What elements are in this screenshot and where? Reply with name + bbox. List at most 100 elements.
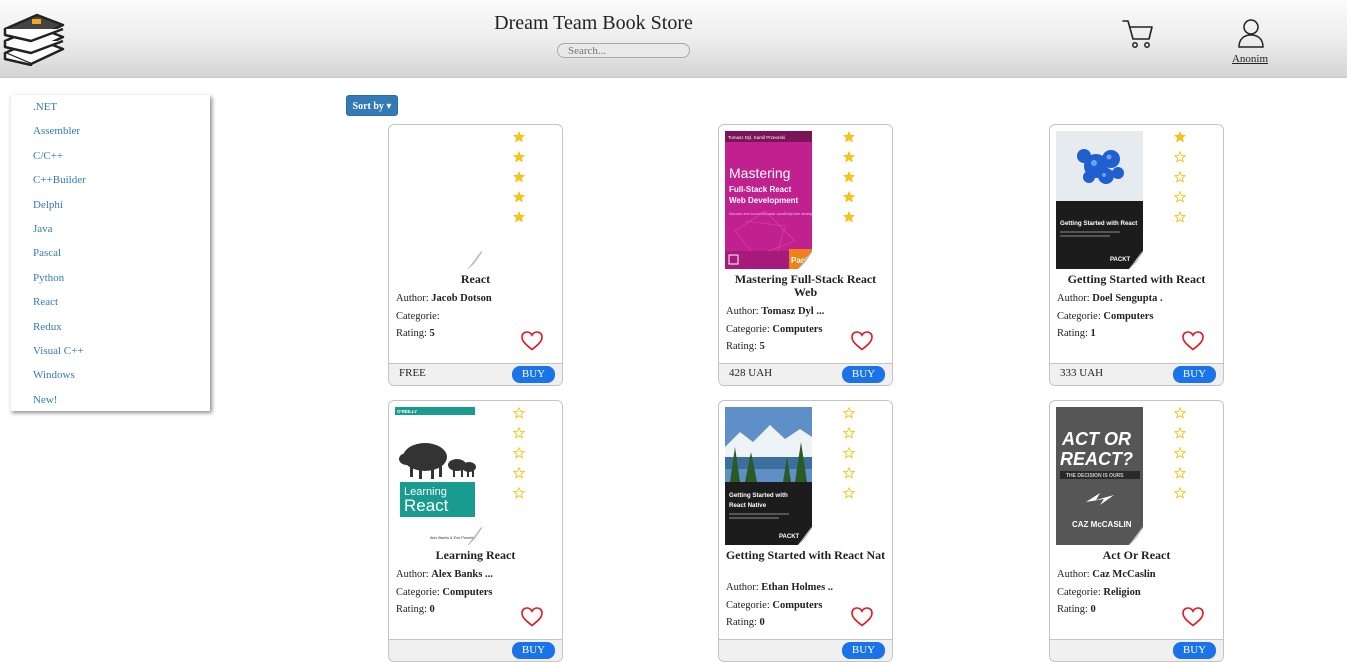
star-empty-icon[interactable] bbox=[843, 407, 855, 419]
favorite-heart-icon[interactable] bbox=[1182, 331, 1204, 351]
star-filled-icon[interactable] bbox=[1174, 131, 1186, 143]
book-title[interactable]: Act Or React bbox=[1054, 549, 1219, 562]
rating-stars bbox=[843, 131, 857, 231]
rating-label: Rating: bbox=[726, 617, 760, 628]
sidebar-item[interactable]: C++Builder bbox=[11, 174, 210, 198]
star-empty-icon[interactable] bbox=[1174, 487, 1186, 499]
star-empty-icon[interactable] bbox=[843, 467, 855, 479]
star-empty-icon[interactable] bbox=[1174, 171, 1186, 183]
rating-label: Rating: bbox=[726, 341, 760, 352]
rating-value: 0 bbox=[429, 604, 435, 615]
sidebar-item[interactable]: Visual C++ bbox=[11, 345, 210, 369]
book-title[interactable]: Mastering Full-Stack React Web bbox=[723, 273, 888, 299]
buy-button[interactable]: BUY bbox=[1173, 366, 1216, 383]
sort-by-button[interactable]: Sort by ▾ bbox=[346, 95, 398, 116]
category-line: Categorie: Computers bbox=[1057, 311, 1154, 322]
cover-text: Web Development bbox=[729, 196, 799, 205]
book-title[interactable]: Learning React bbox=[393, 549, 558, 562]
star-filled-icon[interactable] bbox=[513, 151, 525, 163]
star-filled-icon[interactable] bbox=[513, 191, 525, 203]
rating-line: Rating: 5 bbox=[396, 328, 435, 339]
star-empty-icon[interactable] bbox=[513, 467, 525, 479]
star-empty-icon[interactable] bbox=[1174, 427, 1186, 439]
book-card[interactable]: ACT OR REACT? THE DECISION IS OURS CAZ M… bbox=[1049, 400, 1224, 662]
buy-button[interactable]: BUY bbox=[512, 366, 555, 383]
sidebar-item[interactable]: Java bbox=[11, 223, 210, 247]
star-empty-icon[interactable] bbox=[1174, 191, 1186, 203]
sidebar-item[interactable]: Delphi bbox=[11, 199, 210, 223]
star-empty-icon[interactable] bbox=[843, 427, 855, 439]
rating-value: 0 bbox=[1090, 604, 1096, 615]
star-empty-icon[interactable] bbox=[1174, 211, 1186, 223]
star-empty-icon[interactable] bbox=[513, 447, 525, 459]
author-label: Author: bbox=[726, 582, 762, 593]
star-empty-icon[interactable] bbox=[843, 487, 855, 499]
sidebar-item[interactable]: Python bbox=[11, 272, 210, 296]
user-name-link[interactable]: Anonim bbox=[1222, 53, 1278, 65]
book-card[interactable]: Getting Started with React Native PACKT … bbox=[718, 400, 893, 662]
author-line: Author: Doel Sengupta . bbox=[1057, 293, 1163, 304]
book-cover[interactable] bbox=[395, 131, 482, 269]
buy-button[interactable]: BUY bbox=[512, 642, 555, 659]
user-icon[interactable] bbox=[1237, 18, 1265, 48]
book-cover[interactable]: Getting Started with React PACKT bbox=[1056, 131, 1143, 269]
sidebar-item[interactable]: C/C++ bbox=[11, 150, 210, 174]
star-empty-icon[interactable] bbox=[513, 487, 525, 499]
book-card[interactable]: React Author: Jacob Dotson Categorie: Ra… bbox=[388, 124, 563, 386]
sidebar-item[interactable]: Redux bbox=[11, 321, 210, 345]
star-empty-icon[interactable] bbox=[1174, 151, 1186, 163]
book-cover[interactable]: Getting Started with React Native PACKT bbox=[725, 407, 812, 545]
star-filled-icon[interactable] bbox=[513, 131, 525, 143]
star-empty-icon[interactable] bbox=[843, 447, 855, 459]
star-filled-icon[interactable] bbox=[843, 151, 855, 163]
star-empty-icon[interactable] bbox=[513, 427, 525, 439]
category-line: Categorie: Computers bbox=[726, 324, 823, 335]
star-empty-icon[interactable] bbox=[1174, 467, 1186, 479]
book-title[interactable]: Getting Started with React bbox=[1054, 273, 1219, 286]
sidebar-item[interactable]: Assembler bbox=[11, 125, 210, 149]
book-card[interactable]: Getting Started with React PACKT Getting… bbox=[1049, 124, 1224, 386]
sidebar-item[interactable]: Pascal bbox=[11, 247, 210, 271]
favorite-heart-icon[interactable] bbox=[521, 331, 543, 351]
star-filled-icon[interactable] bbox=[843, 131, 855, 143]
book-title[interactable]: Getting Started with React Nat bbox=[723, 549, 888, 562]
book-card[interactable]: Tomasz Dyl, Kamil Przeorski Mastering Fu… bbox=[718, 124, 893, 386]
book-card[interactable]: O'REILLY Learning React Alex Banks & Eve… bbox=[388, 400, 563, 662]
sidebar-item[interactable]: React bbox=[11, 296, 210, 320]
star-empty-icon[interactable] bbox=[1174, 407, 1186, 419]
book-title[interactable]: React bbox=[393, 273, 558, 286]
star-filled-icon[interactable] bbox=[843, 211, 855, 223]
search-input[interactable] bbox=[557, 43, 690, 58]
sidebar-item[interactable]: New! bbox=[11, 394, 210, 418]
category-label: Categorie: bbox=[726, 324, 773, 335]
star-filled-icon[interactable] bbox=[843, 171, 855, 183]
rating-stars bbox=[513, 407, 527, 507]
shopping-cart-icon[interactable] bbox=[1122, 18, 1154, 50]
author-line: Author: Caz McCaslin bbox=[1057, 569, 1156, 580]
favorite-heart-icon[interactable] bbox=[521, 607, 543, 627]
star-empty-icon[interactable] bbox=[513, 407, 525, 419]
favorite-heart-icon[interactable] bbox=[851, 607, 873, 627]
book-cover[interactable]: O'REILLY Learning React Alex Banks & Eve… bbox=[395, 407, 482, 545]
sidebar-item[interactable]: .NET bbox=[11, 101, 210, 125]
star-filled-icon[interactable] bbox=[513, 171, 525, 183]
author-line: Author: Tomasz Dyl ... bbox=[726, 306, 824, 317]
card-footer: BUY bbox=[389, 639, 562, 661]
author-label: Author: bbox=[396, 293, 432, 304]
star-filled-icon[interactable] bbox=[843, 191, 855, 203]
card-footer: 333 UAH BUY bbox=[1050, 363, 1223, 385]
category-label: Categorie: bbox=[1057, 587, 1104, 598]
rating-stars bbox=[513, 131, 527, 231]
buy-button[interactable]: BUY bbox=[842, 366, 885, 383]
book-cover[interactable]: Tomasz Dyl, Kamil Przeorski Mastering Fu… bbox=[725, 131, 812, 269]
favorite-heart-icon[interactable] bbox=[1182, 607, 1204, 627]
buy-button[interactable]: BUY bbox=[842, 642, 885, 659]
category-sidebar: .NET Assembler C/C++ C++Builder Delphi Java Pa… bbox=[10, 95, 210, 411]
star-filled-icon[interactable] bbox=[513, 211, 525, 223]
buy-button[interactable]: BUY bbox=[1173, 642, 1216, 659]
favorite-heart-icon[interactable] bbox=[851, 331, 873, 351]
book-cover[interactable]: ACT OR REACT? THE DECISION IS OURS CAZ M… bbox=[1056, 407, 1143, 545]
sidebar-item[interactable]: Windows bbox=[11, 369, 210, 393]
star-empty-icon[interactable] bbox=[1174, 447, 1186, 459]
author-label: Author: bbox=[1057, 293, 1093, 304]
